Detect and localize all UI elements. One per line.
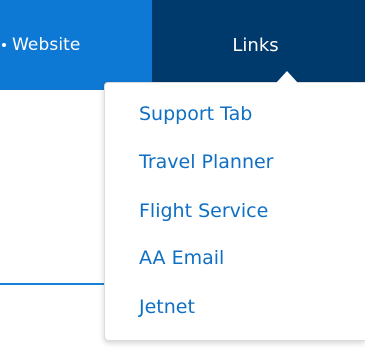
dropdown-caret-icon — [276, 71, 298, 83]
nav-website[interactable]: Website — [0, 0, 152, 90]
nav-links[interactable]: Links — [152, 0, 365, 90]
links-dropdown-menu: Support Tab Travel Planner Flight Servic… — [104, 82, 365, 341]
divider — [0, 283, 108, 285]
nav-links-label: Links — [232, 34, 279, 56]
menu-item-support-tab[interactable]: Support Tab — [139, 103, 252, 125]
menu-item-jetnet[interactable]: Jetnet — [139, 296, 195, 318]
menu-item-travel-planner[interactable]: Travel Planner — [139, 151, 273, 173]
menu-item-flight-service[interactable]: Flight Service — [139, 200, 268, 222]
menu-item-aa-email[interactable]: AA Email — [139, 247, 224, 269]
bullet-icon — [2, 43, 6, 47]
top-nav-bar: Website Links — [0, 0, 365, 90]
page: Website Links Support Tab Travel Planner… — [0, 0, 365, 349]
nav-website-label: Website — [12, 35, 81, 55]
